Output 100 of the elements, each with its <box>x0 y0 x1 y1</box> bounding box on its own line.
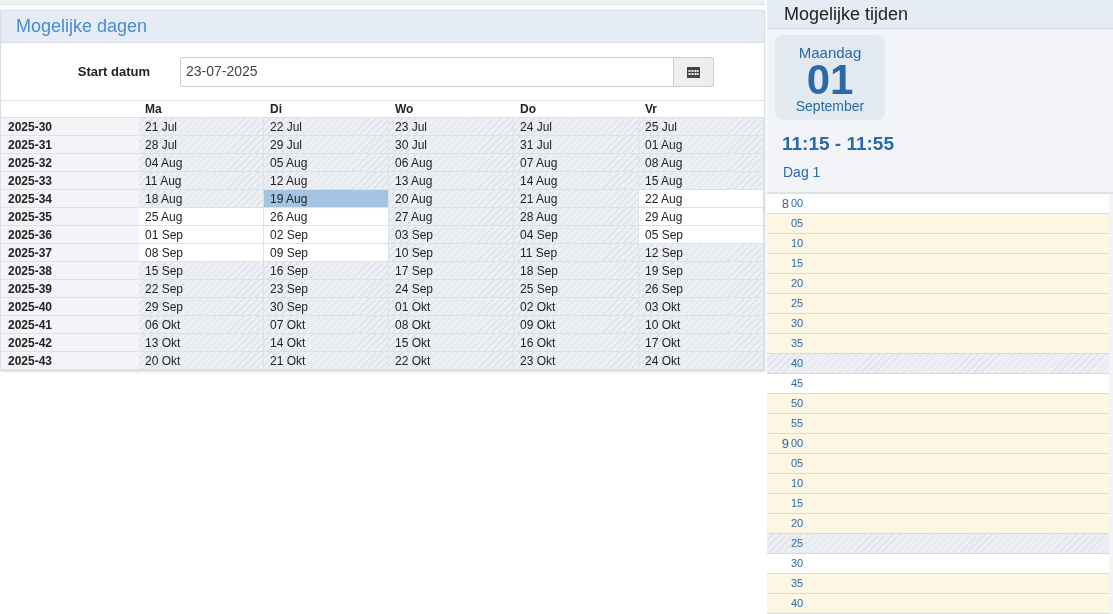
time-slot[interactable]: 25 <box>767 534 1109 554</box>
time-slot[interactable]: 800 <box>767 194 1109 214</box>
day-cell[interactable]: 28 Aug <box>514 208 639 225</box>
hour-label: 8 <box>780 194 789 213</box>
day-cell[interactable]: 22 Okt <box>389 352 514 369</box>
day-cell[interactable]: 11 Aug <box>139 172 264 189</box>
day-cell[interactable]: 21 Aug <box>514 190 639 207</box>
day-cell[interactable]: 01 Okt <box>389 298 514 315</box>
minute-label: 15 <box>791 256 804 272</box>
day-cell[interactable]: 08 Aug <box>639 154 764 171</box>
day-cell[interactable]: 15 Sep <box>139 262 264 279</box>
day-cell[interactable]: 12 Aug <box>264 172 389 189</box>
time-slot[interactable]: 900 <box>767 434 1109 454</box>
day-cell[interactable]: 18 Aug <box>139 190 264 207</box>
day-cell[interactable]: 18 Sep <box>514 262 639 279</box>
day-cell[interactable]: 29 Jul <box>264 136 389 153</box>
minute-label: 25 <box>791 536 804 552</box>
day-cell[interactable]: 17 Okt <box>639 334 764 351</box>
day-cell[interactable]: 27 Aug <box>389 208 514 225</box>
time-range: 11:15 - 11:55 <box>782 131 895 156</box>
day-cell[interactable]: 15 Aug <box>639 172 764 189</box>
minute-label: 40 <box>791 596 804 612</box>
date-input[interactable]: 23-07-2025 <box>180 56 674 87</box>
day-cell[interactable]: 25 Sep <box>514 280 639 297</box>
day-cell[interactable]: 20 Okt <box>139 352 264 369</box>
day-cell[interactable]: 03 Sep <box>389 226 514 243</box>
day-cell[interactable]: 06 Okt <box>139 316 264 333</box>
day-cell[interactable]: 17 Sep <box>389 262 514 279</box>
day-cell[interactable]: 23 Okt <box>514 352 639 369</box>
day-cell[interactable]: 16 Sep <box>264 262 389 279</box>
time-slot[interactable]: 15 <box>767 254 1109 274</box>
day-cell[interactable]: 08 Okt <box>389 316 514 333</box>
time-slot[interactable]: 40 <box>767 354 1109 374</box>
day-cell[interactable]: 25 Jul <box>639 118 764 135</box>
time-slot[interactable]: 20 <box>767 514 1109 534</box>
day-cell[interactable]: 07 Okt <box>264 316 389 333</box>
day-cell[interactable]: 13 Aug <box>389 172 514 189</box>
time-slot[interactable]: 40 <box>767 594 1109 614</box>
time-slot[interactable]: 45 <box>767 374 1109 394</box>
minute-label: 05 <box>791 216 804 232</box>
time-slot[interactable]: 20 <box>767 274 1109 294</box>
day-cell[interactable]: 19 Sep <box>639 262 764 279</box>
time-slot[interactable]: 10 <box>767 474 1109 494</box>
time-slot[interactable]: 35 <box>767 334 1109 354</box>
day-cell[interactable]: 10 Sep <box>389 244 514 261</box>
time-slot[interactable]: 30 <box>767 554 1109 574</box>
calendar-button[interactable] <box>674 56 714 87</box>
day-cell[interactable]: 03 Okt <box>639 298 764 315</box>
time-slot[interactable]: 05 <box>767 214 1109 234</box>
day-cell[interactable]: 05 Aug <box>264 154 389 171</box>
time-slot[interactable]: 15 <box>767 494 1109 514</box>
day-cell[interactable]: 01 Aug <box>639 136 764 153</box>
week-cell: 2025-40 <box>1 298 139 315</box>
day-cell[interactable]: 23 Jul <box>389 118 514 135</box>
day-cell[interactable]: 31 Jul <box>514 136 639 153</box>
day-cell[interactable]: 29 Sep <box>139 298 264 315</box>
day-cell[interactable]: 15 Okt <box>389 334 514 351</box>
day-cell[interactable]: 24 Okt <box>639 352 764 369</box>
day-cell[interactable]: 22 Sep <box>139 280 264 297</box>
time-slot[interactable]: 30 <box>767 314 1109 334</box>
panel-title: Mogelijke tijden <box>784 2 909 26</box>
day-cell[interactable]: 30 Jul <box>389 136 514 153</box>
day-cell[interactable]: 16 Okt <box>514 334 639 351</box>
time-slot[interactable]: 35 <box>767 574 1109 594</box>
minute-label: 45 <box>791 376 804 392</box>
day-cell[interactable]: 24 Sep <box>389 280 514 297</box>
day-cell[interactable]: 11 Sep <box>514 244 639 261</box>
column-header: Wo <box>395 102 414 116</box>
day-cell[interactable]: 07 Aug <box>514 154 639 171</box>
day-cell[interactable]: 28 Jul <box>139 136 264 153</box>
time-slot[interactable]: 05 <box>767 454 1109 474</box>
time-slot[interactable]: 50 <box>767 394 1109 414</box>
day-cell[interactable]: 21 Jul <box>139 118 264 135</box>
day-cell[interactable]: 13 Okt <box>139 334 264 351</box>
day-cell[interactable]: 19 Aug <box>264 190 389 207</box>
day-cell[interactable]: 04 Aug <box>139 154 264 171</box>
minute-label: 35 <box>791 336 804 352</box>
month-name: September <box>795 99 865 115</box>
day-cell[interactable]: 02 Okt <box>514 298 639 315</box>
day-cell[interactable]: 30 Sep <box>264 298 389 315</box>
time-slot[interactable]: 25 <box>767 294 1109 314</box>
day-cell[interactable]: 20 Aug <box>389 190 514 207</box>
day-cell[interactable]: 26 Sep <box>639 280 764 297</box>
day-cell[interactable]: 06 Aug <box>389 154 514 171</box>
day-cell[interactable]: 12 Sep <box>639 244 764 261</box>
day-cell[interactable]: 10 Okt <box>639 316 764 333</box>
time-slot[interactable]: 10 <box>767 234 1109 254</box>
day-cell[interactable]: 21 Okt <box>264 352 389 369</box>
column-header: Vr <box>645 102 657 116</box>
minute-label: 25 <box>791 296 804 312</box>
day-cell[interactable]: 04 Sep <box>514 226 639 243</box>
week-cell: 2025-36 <box>1 226 139 243</box>
day-cell[interactable]: 09 Okt <box>514 316 639 333</box>
week-cell: 2025-33 <box>1 172 139 189</box>
day-cell[interactable]: 22 Jul <box>264 118 389 135</box>
time-slot[interactable]: 55 <box>767 414 1109 434</box>
day-cell[interactable]: 23 Sep <box>264 280 389 297</box>
day-cell[interactable]: 14 Okt <box>264 334 389 351</box>
day-cell[interactable]: 24 Jul <box>514 118 639 135</box>
day-cell[interactable]: 14 Aug <box>514 172 639 189</box>
